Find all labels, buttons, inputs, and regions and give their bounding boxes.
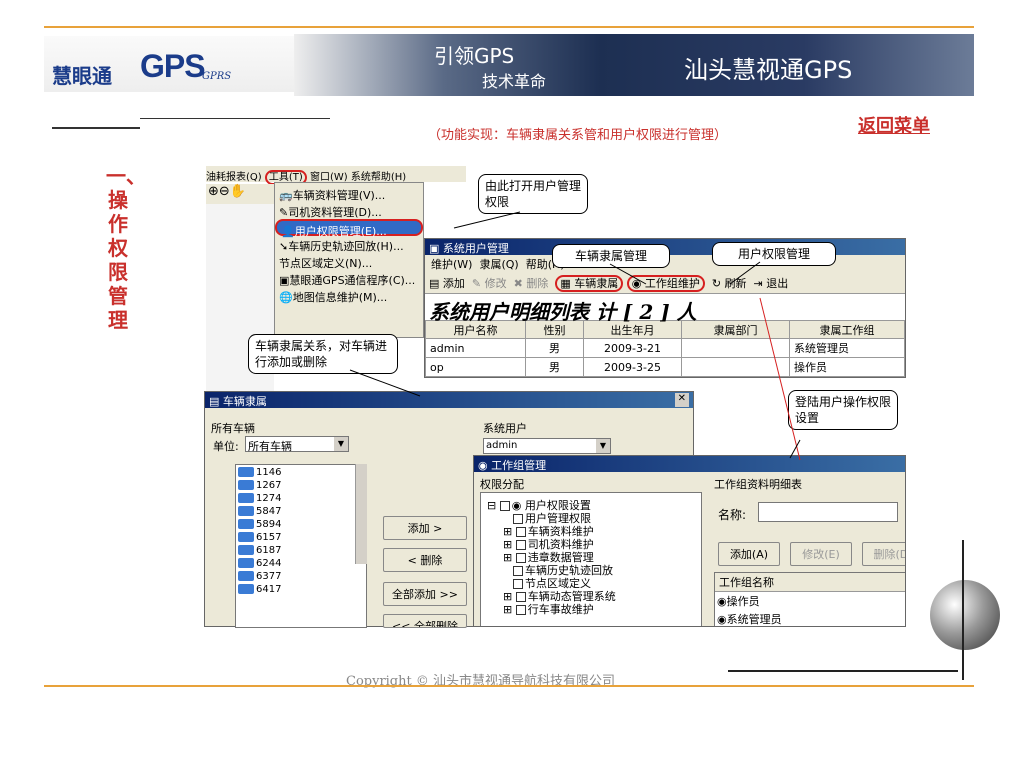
decorative-sphere bbox=[930, 580, 1000, 650]
decorative-vline bbox=[962, 540, 964, 680]
callout-pointer bbox=[453, 211, 521, 229]
footer-line bbox=[44, 685, 974, 687]
callout-pointer bbox=[349, 369, 421, 397]
decorative-hline bbox=[728, 670, 958, 672]
callout-pointer bbox=[729, 261, 761, 285]
callout-pointer bbox=[609, 263, 647, 285]
connector-lines bbox=[349, 211, 801, 461]
red-pointer bbox=[759, 297, 801, 461]
